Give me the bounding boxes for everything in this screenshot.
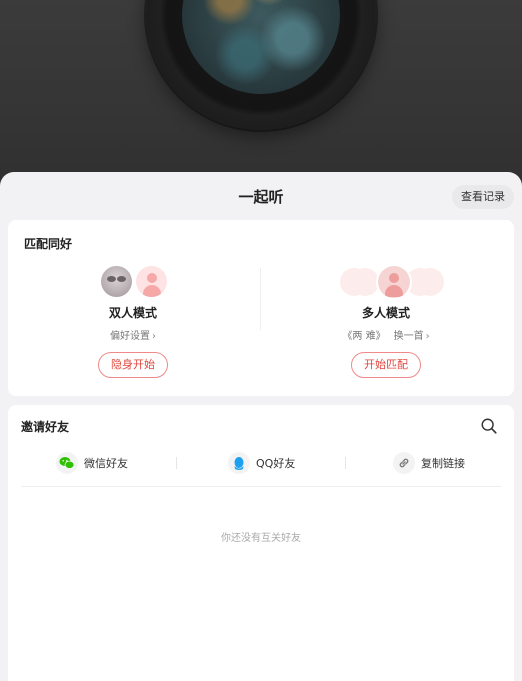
copy-link-button[interactable]: 复制链接 — [393, 451, 465, 475]
wechat-icon — [56, 452, 78, 474]
share-wechat-button[interactable]: 微信好友 — [56, 451, 128, 475]
share-separator — [345, 457, 346, 469]
listen-together-sheet: 一起听 查看记录 匹配同好 双人模式 偏好设置 › 隐身开始 多人模式 《两 难… — [0, 172, 522, 681]
share-wechat-label: 微信好友 — [84, 457, 128, 470]
copy-link-label: 复制链接 — [421, 457, 465, 470]
duo-mode: 双人模式 偏好设置 › 隐身开始 — [8, 264, 258, 384]
match-section-title: 匹配同好 — [24, 237, 73, 251]
qq-icon — [228, 452, 250, 474]
placeholder-avatar — [351, 268, 379, 296]
current-song-label: 《两 难》 — [342, 331, 386, 342]
match-card: 匹配同好 双人模式 偏好设置 › 隐身开始 多人模式 《两 难》 换一首 › 开… — [8, 220, 514, 396]
empty-friends-message: 你还没有互关好友 — [221, 533, 301, 544]
start-matching-button[interactable]: 开始匹配 — [351, 352, 421, 378]
duo-avatars — [8, 264, 258, 300]
player-backdrop — [0, 0, 522, 200]
share-qq-button[interactable]: QQ好友 — [228, 451, 295, 475]
album-cover — [182, 0, 340, 94]
duo-mode-title: 双人模式 — [108, 306, 157, 320]
switch-song-label: 换一首 — [393, 331, 424, 342]
invite-card: 邀请好友 微信好友 QQ好友 复制链接 你还没有互关好友 — [8, 405, 514, 681]
main-placeholder-avatar — [378, 266, 410, 298]
link-icon — [393, 452, 415, 474]
share-options-row: 微信好友 QQ好友 复制链接 — [21, 451, 501, 487]
sheet-title: 一起听 — [238, 188, 284, 206]
song-selector[interactable]: 《两 难》 换一首 › — [261, 327, 511, 342]
multi-mode: 多人模式 《两 难》 换一首 › 开始匹配 — [261, 264, 511, 384]
multi-mode-title: 多人模式 — [361, 306, 410, 320]
chevron-right-icon: › — [152, 331, 156, 342]
partner-placeholder-avatar — [136, 266, 167, 297]
search-icon[interactable] — [480, 417, 498, 435]
user-avatar — [101, 266, 132, 297]
chevron-right-icon: › — [425, 331, 430, 342]
invite-section-title: 邀请好友 — [21, 420, 70, 434]
preference-settings-link[interactable]: 偏好设置 › — [8, 327, 258, 342]
vinyl-disc — [146, 0, 376, 130]
share-separator — [176, 457, 177, 469]
preference-settings-label: 偏好设置 — [110, 331, 150, 342]
sheet-header: 一起听 查看记录 — [0, 172, 522, 220]
multi-avatars — [261, 264, 511, 300]
view-history-button[interactable]: 查看记录 — [452, 185, 514, 209]
stealth-start-button[interactable]: 隐身开始 — [98, 352, 168, 378]
placeholder-avatar — [406, 268, 434, 296]
share-qq-label: QQ好友 — [256, 457, 296, 470]
